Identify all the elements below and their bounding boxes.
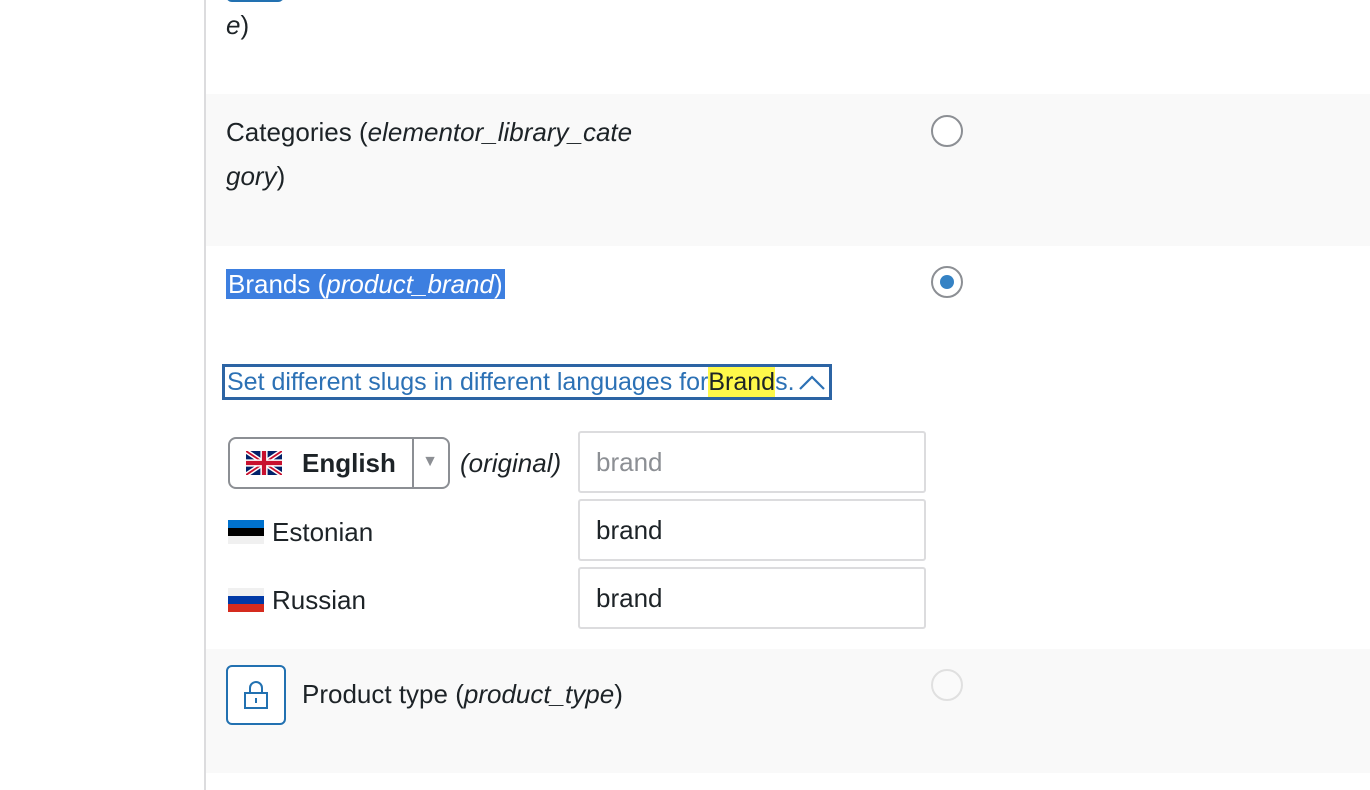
taxonomy-label-categories: Categories (elementor_library_cate gory) [226,117,633,191]
translate-radio-product-type [931,669,963,701]
slug-input-russian[interactable] [578,567,926,629]
estonia-flag-icon [228,520,264,544]
language-select[interactable]: English ▼ [228,437,450,489]
select-separator [412,439,414,487]
translate-radio-brands[interactable] [931,266,963,298]
taxonomy-label-product-type: Product type (product_type) [302,679,623,709]
left-gutter [0,0,204,790]
taxonomy-row-brands: Brands (product_brand) Set different slu… [206,246,1370,649]
slug-input-english[interactable] [578,431,926,493]
language-select-value: English [302,447,396,478]
slug-input-estonian[interactable] [578,499,926,561]
translate-radio-categories[interactable] [931,115,963,147]
taxonomy-translation-list: e) Categories (elementor_library_cate gor… [206,0,1370,790]
taxonomy-label-tail: e) [226,10,250,40]
language-label-russian: Russian [228,578,366,622]
taxonomy-label-brands: Brands (product_brand) [226,269,505,299]
russia-flag-icon [228,588,264,612]
original-label: (original) [460,448,562,478]
taxonomy-row-partial: e) [206,0,1370,94]
lock-icon [244,681,268,709]
lock-box-edge [226,0,284,2]
chevron-up-icon [798,375,825,390]
search-highlight: Brand [708,367,776,397]
taxonomy-row-partial-bottom [206,773,1370,790]
dropdown-arrow-icon: ▼ [422,453,438,470]
taxonomy-row-categories: Categories (elementor_library_cate gory) [206,94,1370,246]
taxonomy-row-product-type: Product type (product_type) [206,649,1370,773]
lock-button[interactable] [226,665,286,725]
uk-flag-icon [246,451,282,475]
slug-toggle-link[interactable]: Set different slugs in different languag… [222,364,832,400]
language-label-estonian: Estonian [228,510,373,554]
